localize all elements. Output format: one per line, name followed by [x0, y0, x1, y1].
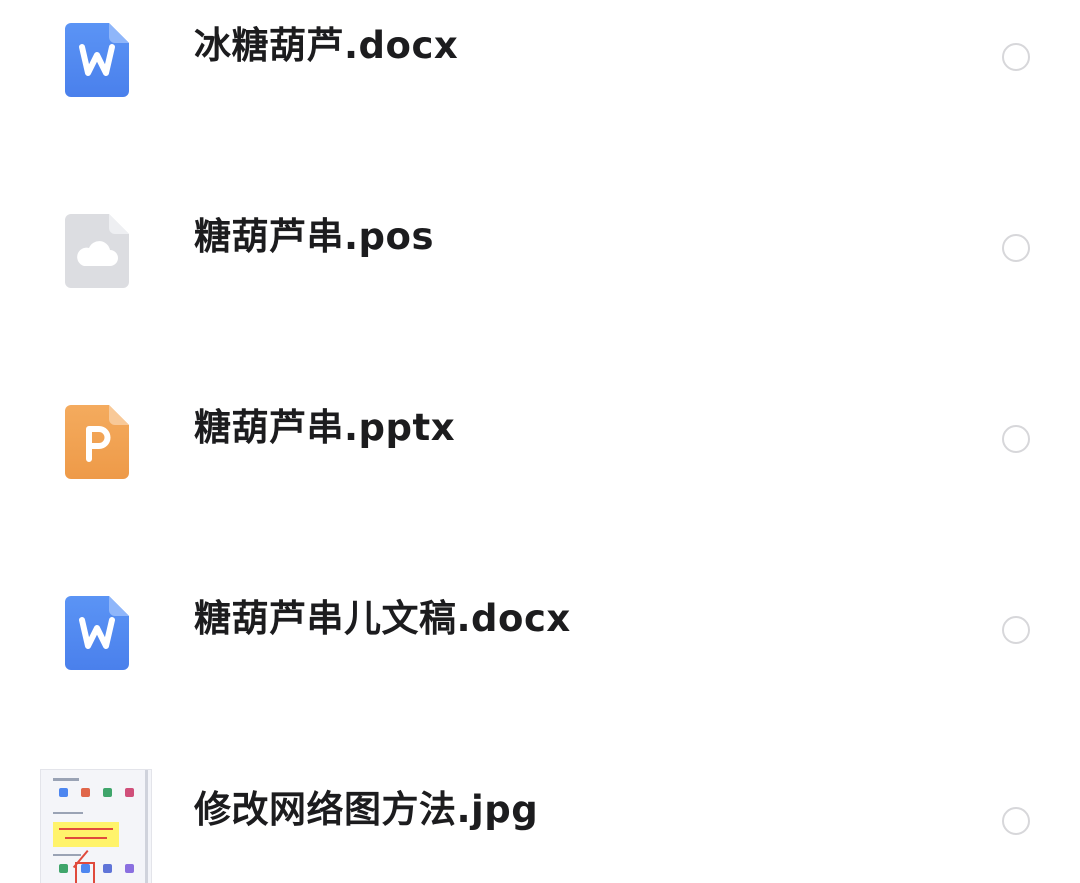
- select-radio-button[interactable]: [1002, 807, 1030, 835]
- cloud-file-icon: [65, 214, 129, 288]
- image-thumbnail: [40, 769, 152, 883]
- file-name: 冰糖葫芦.docx: [194, 24, 459, 67]
- select-radio-button[interactable]: [1002, 43, 1030, 71]
- select-radio-button[interactable]: [1002, 425, 1030, 453]
- list-item[interactable]: 糖葫芦串.pos: [0, 156, 1080, 347]
- file-name: 修改网络图方法.jpg: [194, 788, 539, 831]
- powerpoint-icon: [65, 405, 129, 479]
- list-item[interactable]: 冰糖葫芦.docx: [0, 0, 1080, 156]
- word-doc-icon: [65, 596, 129, 670]
- select-radio-button[interactable]: [1002, 616, 1030, 644]
- list-item[interactable]: 糖葫芦串儿文稿.docx: [0, 538, 1080, 729]
- file-name: 糖葫芦串.pptx: [194, 406, 456, 449]
- file-name: 糖葫芦串儿文稿.docx: [194, 597, 571, 640]
- word-doc-icon: [65, 23, 129, 97]
- file-list: 冰糖葫芦.docx 糖葫芦串.pos 糖葫芦串.pptx 糖葫芦串儿文稿.doc…: [0, 0, 1080, 883]
- list-item[interactable]: 修改网络图方法.jpg: [0, 729, 1080, 883]
- select-radio-button[interactable]: [1002, 234, 1030, 262]
- file-name: 糖葫芦串.pos: [194, 215, 434, 258]
- list-item[interactable]: 糖葫芦串.pptx: [0, 347, 1080, 538]
